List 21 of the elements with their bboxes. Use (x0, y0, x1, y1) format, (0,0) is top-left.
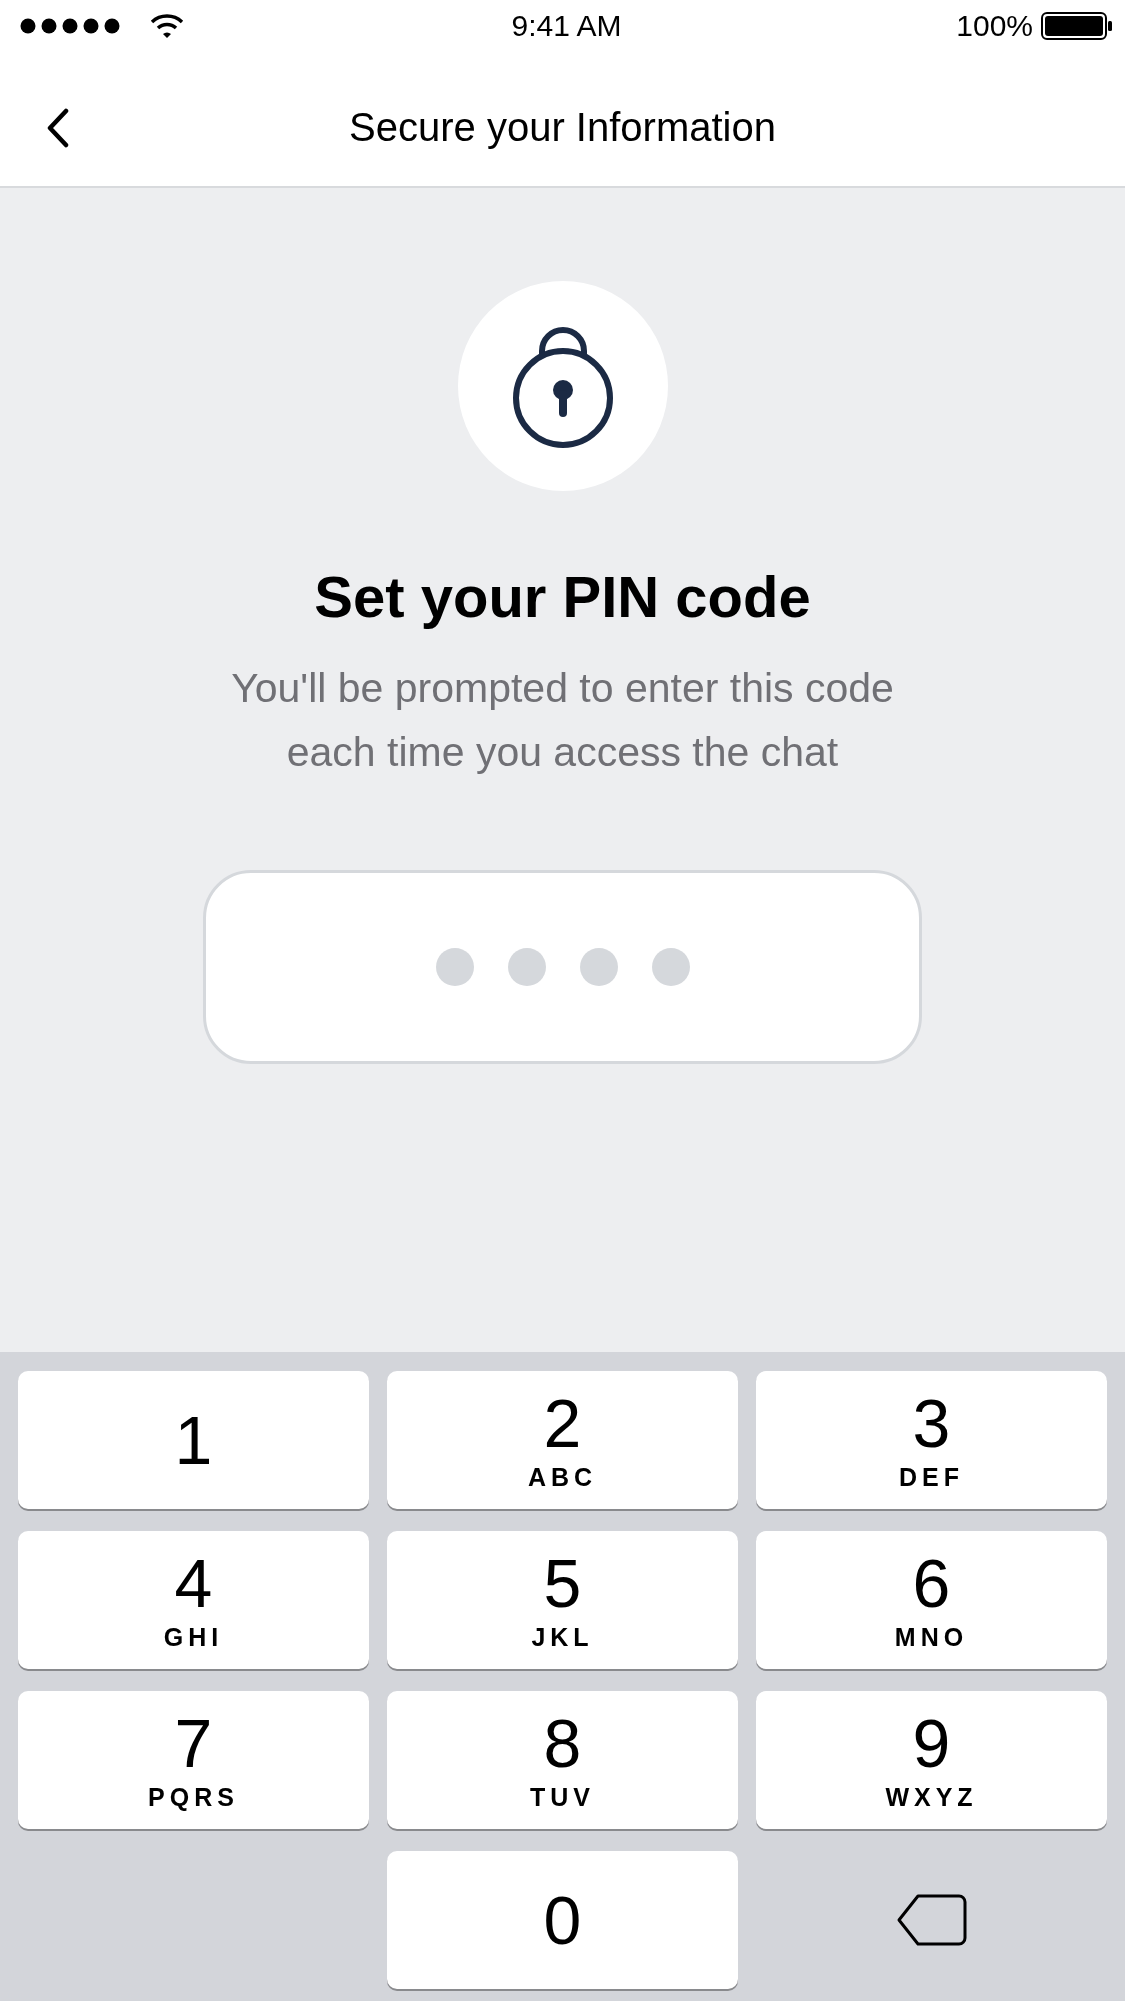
keypad-key[interactable]: 5 JKL (387, 1531, 738, 1669)
battery-icon (1041, 11, 1113, 40)
screen-title: Secure your Information (348, 105, 777, 150)
signal-icon (20, 17, 120, 34)
back-chevron-icon (46, 107, 70, 148)
pin-field[interactable] (203, 870, 922, 1064)
keypad-key[interactable]: 6 MNO (756, 1531, 1107, 1669)
keypad-key[interactable]: 8 TUV (387, 1691, 738, 1829)
wifi-icon (150, 12, 184, 39)
keypad-key[interactable]: 3 DEF (756, 1371, 1107, 1509)
delete-icon (895, 1893, 968, 1947)
keypad-key[interactable]: 9 WXYZ (756, 1691, 1107, 1829)
keypad-key[interactable]: 4 GHI (18, 1531, 369, 1669)
status-time: 9:41 AM (511, 8, 622, 43)
keypad-key[interactable]: 2 ABC (387, 1371, 738, 1509)
heading: Set your PIN code (314, 563, 811, 630)
keypad-key[interactable]: 1 (18, 1371, 369, 1509)
keypad-key[interactable]: 7 PQRS (18, 1691, 369, 1829)
keypad-key[interactable]: 0 (387, 1851, 738, 1989)
battery-percent: 100% (956, 8, 1033, 43)
subtitle: You'll be prompted to enter this code each time you access the chat (230, 664, 895, 777)
